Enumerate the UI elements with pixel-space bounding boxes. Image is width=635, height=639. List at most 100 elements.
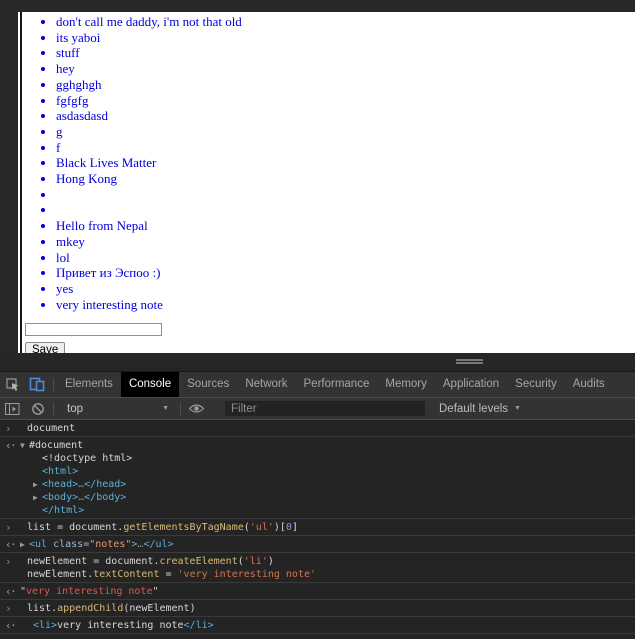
tab-security[interactable]: Security [507,372,565,397]
tab-elements[interactable]: Elements [57,372,121,397]
tab-network[interactable]: Network [237,372,295,397]
console-token: </html> [42,505,85,516]
console-token: #document [29,440,84,451]
console-line: newElement = document.createElement('li'… [27,555,635,568]
console-toolbar: top ▼ Default levels ▼ [0,397,635,420]
console-line: <li>very interesting note</li> [33,619,635,632]
clear-console-icon [31,402,44,415]
drag-handle-icon[interactable] [456,359,483,365]
console-token: very interesting note [57,620,184,631]
console-token: list = document. [27,522,124,533]
expand-triangle-icon[interactable]: ▶ [33,491,42,504]
console-token: <html> [42,466,79,477]
save-button[interactable]: Save [25,342,66,353]
browser-page-area: don't call me daddy, i'm not that oldits… [0,0,635,353]
console-input-chevron-icon: › [5,555,12,568]
console-token: document [27,423,76,434]
clear-console-button[interactable] [25,402,50,416]
console-token: (newElement) [123,603,196,614]
console-message: ‹· <li>very interesting note</li> [0,617,635,634]
inspect-button[interactable] [0,372,25,397]
page-content: don't call me daddy, i'm not that oldits… [18,12,635,353]
console-sidebar-button[interactable] [0,402,25,415]
console-line: newElement.textContent = 'very interesti… [27,568,635,581]
console-message: ‹· "very interesting note" [0,583,635,600]
eye-icon [188,404,205,413]
tab-performance[interactable]: Performance [296,372,378,397]
console-line: ▶ <head>…</head> [33,478,635,491]
toolbar-separator [53,401,54,416]
note-list-item: very interesting note [56,297,635,313]
console-line: ▶ <body>…</body> [33,491,635,504]
console-token: </ul> [143,539,174,550]
console-line: document [27,422,635,435]
note-list-item: Black Lives Matter [56,155,635,171]
console-token: = [159,569,178,580]
console-token: <li> [33,620,58,631]
console-line: <!doctype html> [33,452,635,465]
console-token: ] [291,522,298,533]
device-toolbar-icon [29,377,45,392]
context-selector-label: top [67,402,83,415]
console-message-body: list.appendChild(newElement) [0,602,635,615]
console-result-arrow-icon: ‹· [5,585,17,598]
console-line: ▼ #document [20,439,635,452]
toggle-device-toolbar-button[interactable] [25,372,50,397]
expand-triangle-icon[interactable]: ▶ [20,538,29,551]
live-expression-button[interactable] [184,403,209,414]
log-levels-dropdown[interactable]: Default levels ▼ [439,403,521,415]
toolbar-separator [53,377,54,392]
console-line: </html> [33,504,635,517]
note-list-item: asdasdasd [56,108,635,124]
console-token: textContent [93,569,160,580]
console-token: ) [267,556,274,567]
console-message-body: ▼ #document <!doctype html> <html> ▶ <head>…<… [0,439,635,517]
console-token: newElement = document. [27,556,160,567]
console-token: )[ [273,522,286,533]
tab-audits[interactable]: Audits [565,372,613,397]
tab-memory[interactable]: Memory [377,372,435,397]
note-list-item [56,187,635,203]
console-line: list.appendChild(newElement) [27,602,635,615]
context-selector[interactable]: top ▼ [57,403,177,415]
tab-strip: Elements Console Sources Network Performance… [57,372,613,397]
console-message-body: document [0,422,635,435]
console-message: ‹· ▼ #document <!doctype html> <html> ▶ <head>… [0,437,635,519]
console-token: createElement [159,556,238,567]
console-message: ‹· ▶ <ul class="notes">…</ul> [0,536,635,553]
note-list-item: g [56,124,635,140]
console-filter-input[interactable] [225,401,425,416]
console-message: › list = document.getElementsByTagName('u… [0,519,635,536]
console-token: " [152,586,159,597]
console-token: class= [53,539,90,550]
note-input[interactable] [25,323,162,337]
console-token: appendChild [57,603,124,614]
expand-triangle-icon[interactable]: ▼ [20,439,29,452]
console-token: newElement. [27,569,94,580]
console-sidebar-icon [5,402,20,415]
note-list-item: its yaboi [56,30,635,46]
note-list-item: fgfgfg [56,93,635,109]
console-message-body: ▶ <ul class="notes">…</ul> [0,538,635,551]
tab-application[interactable]: Application [435,372,507,397]
console-result-arrow-icon: ‹· [5,619,17,632]
console-token: very interesting note [26,586,153,597]
console-message: › document [0,420,635,437]
tab-sources[interactable]: Sources [179,372,237,397]
console-result-arrow-icon: ‹· [5,538,17,551]
console-token: 'very interesting note' [177,569,317,580]
log-levels-label: Default levels [439,402,509,415]
note-list-item: yes [56,281,635,297]
devtools-resize-bar[interactable] [0,353,635,371]
expand-triangle-icon[interactable]: ▶ [33,478,42,491]
caret-down-icon: ▼ [162,405,169,412]
devtools-tabbar: Elements Console Sources Network Performance… [0,371,635,397]
note-list-item: mkey [56,234,635,250]
console-token: "notes" [89,539,132,550]
console-token: <ul [29,539,54,550]
note-list-item: gghghgh [56,77,635,93]
tab-console[interactable]: Console [120,372,180,397]
console-line: ▶ <ul class="notes">…</ul> [20,538,635,551]
console-token: <!doctype html> [42,453,133,464]
note-list-item: f [56,140,635,156]
